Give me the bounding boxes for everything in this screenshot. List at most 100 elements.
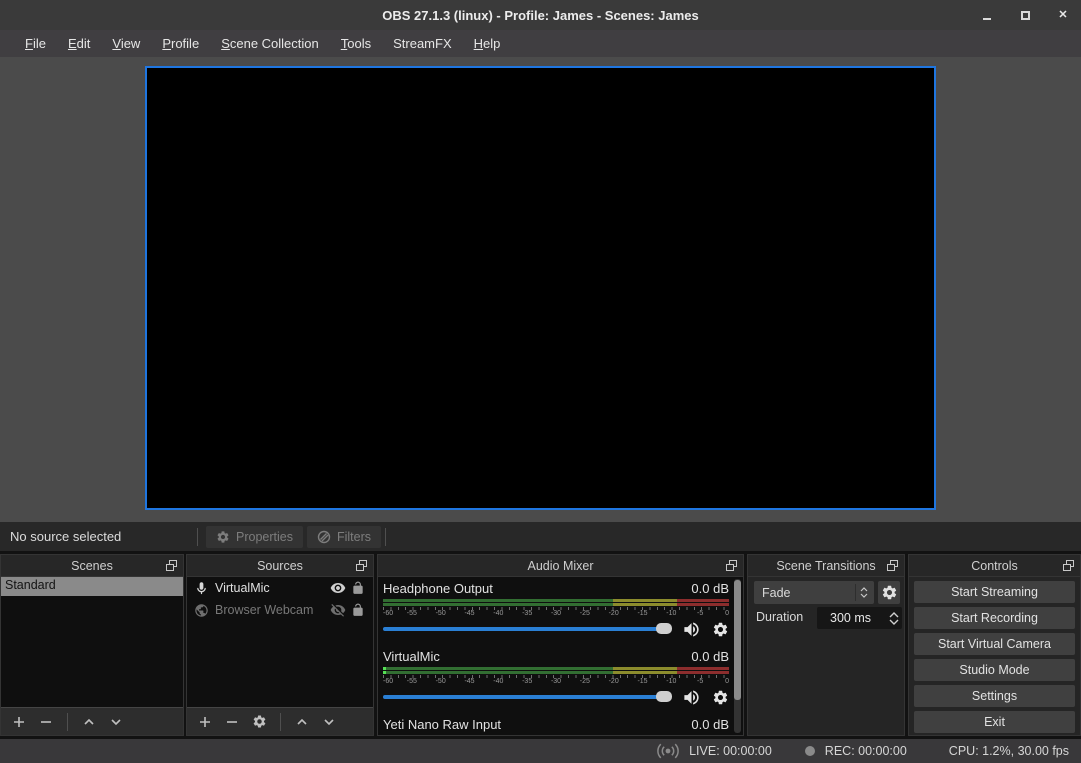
scale-tick-label: -15 — [637, 610, 647, 617]
menu-edit[interactable]: Edit — [57, 32, 101, 55]
controls-title: Controls — [971, 559, 1018, 573]
source-item-browser-webcam[interactable]: Browser Webcam — [187, 599, 373, 621]
scene-up-button[interactable] — [79, 712, 99, 732]
transition-selected-value: Fade — [754, 586, 855, 600]
mixer-channel-yeti: Yeti Nano Raw Input 0.0 dB -60-55-50-45-… — [383, 717, 729, 735]
volume-meter — [383, 599, 729, 606]
source-item-virtualmic[interactable]: VirtualMic — [187, 577, 373, 599]
popout-icon[interactable] — [355, 559, 368, 572]
menu-help[interactable]: Help — [463, 32, 512, 55]
source-properties-gear-icon[interactable] — [249, 712, 269, 732]
menu-tools[interactable]: Tools — [330, 32, 382, 55]
exit-button[interactable]: Exit — [914, 711, 1075, 733]
start-streaming-button[interactable]: Start Streaming — [914, 581, 1075, 603]
channel-name: Headphone Output — [383, 581, 493, 598]
scale-tick-label: -5 — [697, 678, 703, 685]
add-source-button[interactable] — [195, 712, 215, 732]
channel-name: Yeti Nano Raw Input — [383, 717, 501, 734]
scale-tick-label: -50 — [436, 678, 446, 685]
filters-button[interactable]: Filters — [307, 526, 381, 548]
properties-button[interactable]: Properties — [206, 526, 303, 548]
lock-open-icon[interactable] — [348, 603, 368, 617]
audio-mixer-title: Audio Mixer — [528, 559, 594, 573]
source-up-button[interactable] — [292, 712, 312, 732]
maximize-button[interactable] — [1017, 7, 1033, 23]
transition-properties-button[interactable] — [878, 581, 900, 604]
mixer-scrollbar[interactable] — [734, 579, 741, 733]
window-title: OBS 27.1.3 (linux) - Profile: James - Sc… — [382, 8, 698, 23]
gear-icon[interactable] — [712, 621, 729, 638]
dock-area: Scenes Standard Sources — [0, 551, 1081, 739]
source-down-button[interactable] — [319, 712, 339, 732]
rec-time: REC: 00:00:00 — [825, 744, 907, 758]
scale-tick-label: -25 — [580, 610, 590, 617]
meter-scale: -60-55-50-45-40-35-30-25-20-15-10-50 — [383, 675, 729, 686]
popout-icon[interactable] — [165, 559, 178, 572]
scene-item-standard[interactable]: Standard — [1, 577, 183, 596]
scale-tick-label: -35 — [522, 610, 532, 617]
close-button[interactable]: ✕ — [1055, 7, 1071, 23]
scenes-title: Scenes — [71, 559, 113, 573]
slider-handle[interactable] — [656, 623, 672, 634]
close-icon: ✕ — [1058, 10, 1067, 21]
popout-icon[interactable] — [1062, 559, 1075, 572]
gear-icon[interactable] — [712, 689, 729, 706]
channel-name: VirtualMic — [383, 649, 440, 666]
audio-mixer-panel: Audio Mixer Headphone Output 0.0 dB -60 -… — [377, 554, 744, 736]
scene-down-button[interactable] — [106, 712, 126, 732]
scale-tick-label: -35 — [522, 678, 532, 685]
menu-streamfx[interactable]: StreamFX — [382, 32, 463, 55]
volume-meter — [383, 667, 729, 674]
popout-icon[interactable] — [886, 559, 899, 572]
scrollbar-thumb[interactable] — [734, 580, 741, 700]
duration-spinbox[interactable]: 300 ms — [817, 607, 902, 629]
microphone-icon — [192, 581, 210, 596]
sources-toolbar — [187, 707, 373, 735]
lock-open-icon[interactable] — [348, 581, 368, 595]
volume-slider[interactable] — [383, 627, 671, 631]
minimize-button[interactable] — [979, 7, 995, 23]
spin-up-icon[interactable] — [889, 612, 899, 618]
spin-down-icon[interactable] — [889, 619, 899, 625]
slider-handle[interactable] — [656, 691, 672, 702]
scale-tick-label: -40 — [493, 610, 503, 617]
settings-button[interactable]: Settings — [914, 685, 1075, 707]
speaker-icon[interactable] — [682, 688, 701, 707]
globe-icon — [192, 603, 210, 618]
properties-label: Properties — [236, 530, 293, 544]
scale-tick-label: 0 — [725, 678, 729, 685]
scale-tick-label: -45 — [464, 678, 474, 685]
menu-scene-collection[interactable]: Scene Collection — [210, 32, 330, 55]
popout-icon[interactable] — [725, 559, 738, 572]
scale-tick-label: -20 — [609, 610, 619, 617]
studio-mode-button[interactable]: Studio Mode — [914, 659, 1075, 681]
scenes-header: Scenes — [1, 555, 183, 577]
transition-select[interactable]: Fade — [754, 581, 874, 604]
remove-scene-button[interactable] — [36, 712, 56, 732]
scale-tick-label: -30 — [551, 610, 561, 617]
scenes-panel: Scenes Standard — [0, 554, 184, 736]
scale-tick-label: 0 — [725, 610, 729, 617]
menu-bar: File Edit View Profile Scene Collection … — [0, 30, 1081, 57]
visibility-eye-icon[interactable] — [328, 580, 348, 596]
preview-canvas[interactable] — [145, 66, 936, 510]
add-scene-button[interactable] — [9, 712, 29, 732]
menu-profile[interactable]: Profile — [151, 32, 210, 55]
start-virtual-camera-button[interactable]: Start Virtual Camera — [914, 633, 1075, 655]
start-recording-button[interactable]: Start Recording — [914, 607, 1075, 629]
source-toolbar: No source selected Properties Filters — [0, 522, 1081, 551]
scale-tick-label: -60 — [383, 678, 393, 685]
speaker-icon[interactable] — [682, 620, 701, 639]
sources-title: Sources — [257, 559, 303, 573]
obs-window: OBS 27.1.3 (linux) - Profile: James - Sc… — [0, 0, 1081, 763]
remove-source-button[interactable] — [222, 712, 242, 732]
scale-tick-label: -60 — [383, 610, 393, 617]
channel-volume-db: 0.0 dB — [691, 649, 729, 666]
status-bar: LIVE: 00:00:00 REC: 00:00:00 CPU: 1.2%, … — [0, 739, 1081, 763]
menu-view[interactable]: View — [101, 32, 151, 55]
scale-tick-label: -55 — [407, 610, 417, 617]
volume-slider[interactable] — [383, 695, 671, 699]
menu-file[interactable]: File — [14, 32, 57, 55]
visibility-off-icon[interactable] — [328, 602, 348, 618]
scenes-toolbar — [1, 707, 183, 735]
